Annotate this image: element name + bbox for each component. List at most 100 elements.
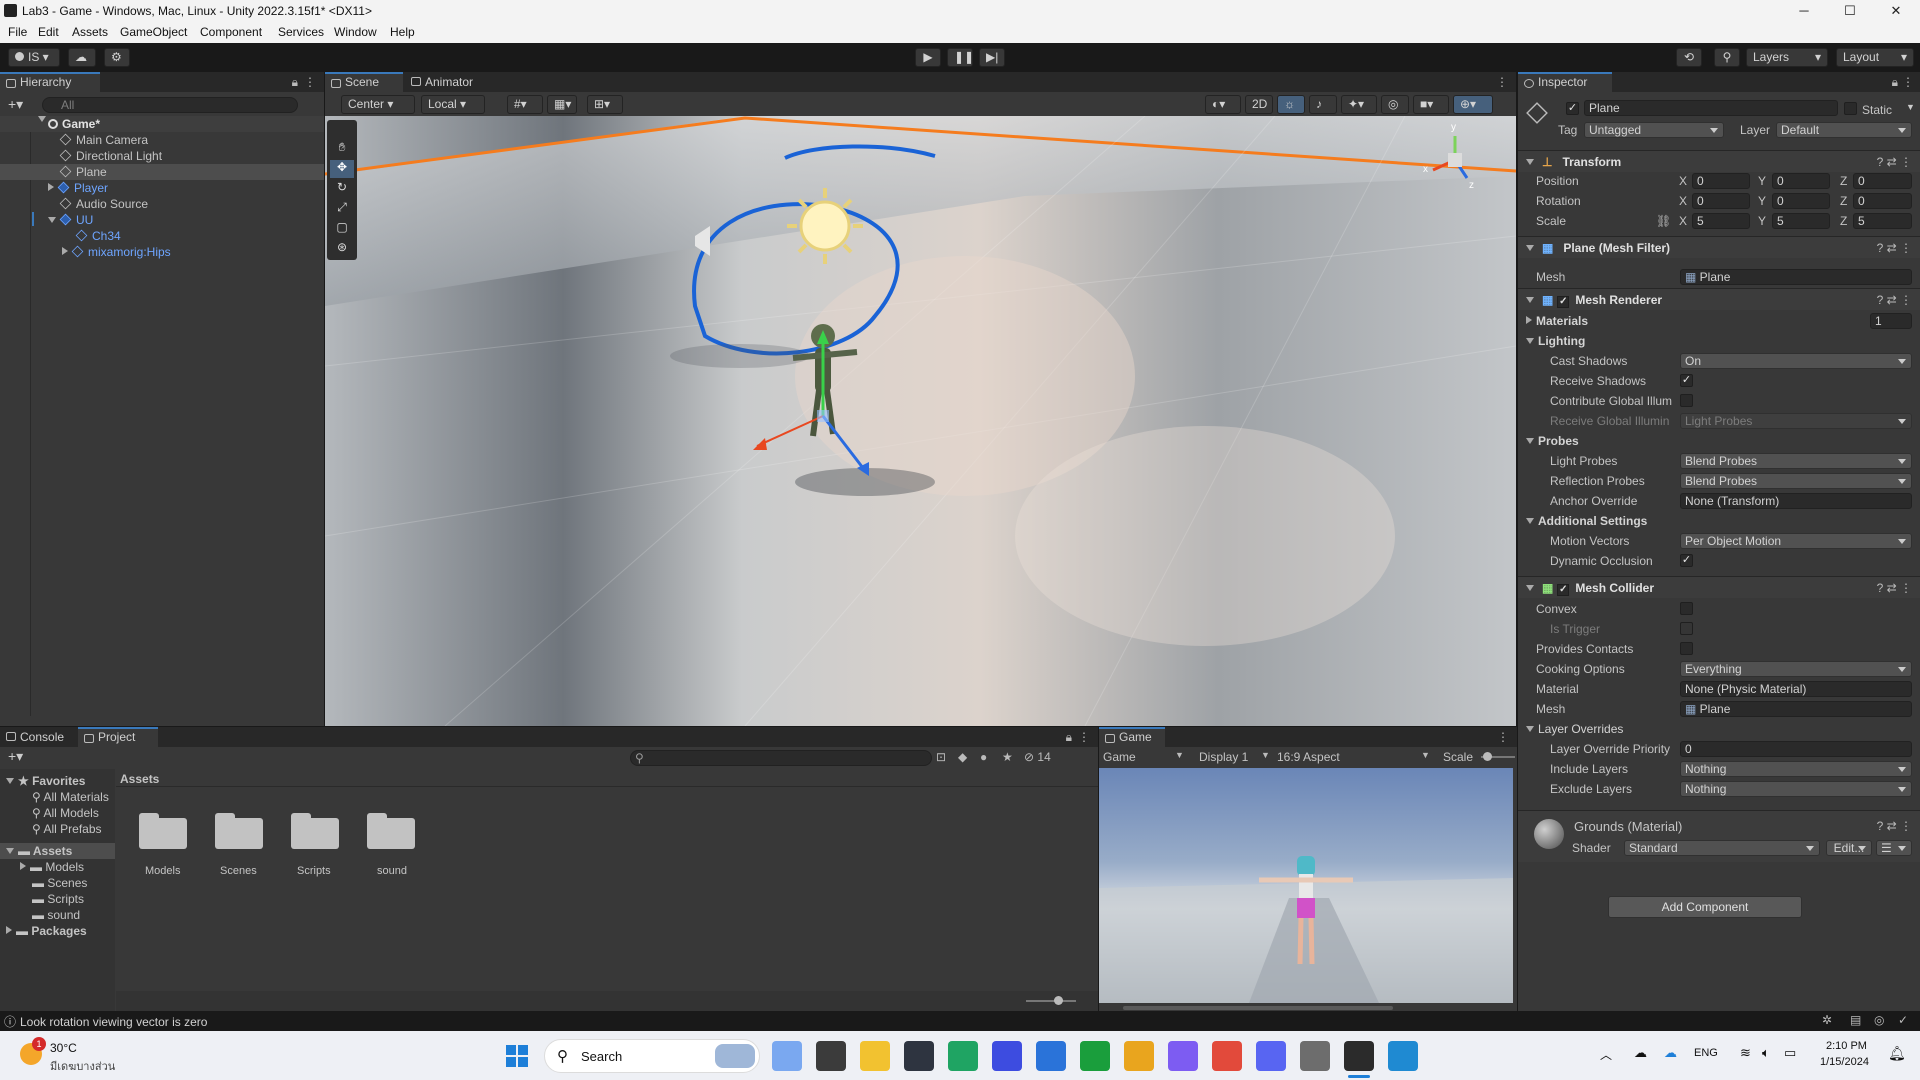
position-x-field[interactable]: 0: [1692, 173, 1750, 189]
chevron-up-icon[interactable]: ︿: [1600, 1046, 1612, 1063]
effects-icon[interactable]: ✦▾: [1341, 95, 1377, 114]
visual-studio-icon[interactable]: [992, 1041, 1022, 1071]
layer-override-priority-field[interactable]: 0: [1680, 741, 1912, 757]
motion-vectors-dropdown[interactable]: Per Object Motion: [1680, 533, 1912, 549]
object-active-checkbox[interactable]: ✓: [1566, 102, 1579, 115]
tree-packages[interactable]: ▬ Packages: [6, 923, 87, 939]
search-icon[interactable]: ⚲: [1714, 48, 1740, 67]
tab-game[interactable]: Game: [1099, 727, 1165, 747]
mesh-renderer-enabled-checkbox[interactable]: ✓: [1557, 296, 1570, 308]
shader-list-icon[interactable]: ☰: [1876, 840, 1912, 856]
expand-arrow-icon[interactable]: [48, 217, 56, 223]
menu-window[interactable]: Window: [334, 25, 377, 39]
menu-component[interactable]: Component: [200, 25, 262, 39]
unity-icon[interactable]: [1300, 1041, 1330, 1071]
maximize-button[interactable]: ☐: [1827, 0, 1873, 22]
game-viewport[interactable]: [1099, 768, 1513, 1003]
cast-shadows-dropdown[interactable]: On: [1680, 353, 1912, 369]
project-search-input[interactable]: ⚲: [630, 750, 932, 766]
lighting-foldout[interactable]: Lighting: [1526, 334, 1585, 348]
expand-arrow-icon[interactable]: [6, 926, 12, 934]
collapse-arrow-icon[interactable]: [1526, 245, 1534, 251]
rotation-y-field[interactable]: 0: [1772, 193, 1830, 209]
menu-help[interactable]: Help: [390, 25, 415, 39]
mode-2d-button[interactable]: 2D: [1245, 95, 1273, 114]
favorite-all-materials[interactable]: ⚲ All Materials: [32, 789, 109, 805]
shader-edit-button[interactable]: Edit...: [1826, 840, 1872, 856]
scale-slider-thumb[interactable]: [1483, 752, 1492, 761]
tab-hierarchy[interactable]: Hierarchy: [0, 72, 100, 92]
favorite-all-models[interactable]: ⚲ All Models: [32, 805, 99, 821]
expand-arrow-icon[interactable]: [1526, 316, 1532, 324]
provides-contacts-checkbox[interactable]: [1680, 642, 1693, 655]
mesh-renderer-header[interactable]: ▦ ✓ Mesh Renderer ? ⇄ ⋮: [1518, 288, 1920, 310]
hierarchy-item-ch34[interactable]: Ch34: [75, 228, 121, 244]
tree-scenes[interactable]: ▬ Scenes: [32, 875, 87, 891]
static-dropdown-arrow-icon[interactable]: ▼: [1906, 102, 1915, 112]
filter-log-icon[interactable]: ●: [980, 750, 987, 764]
reflection-probes-dropdown[interactable]: Blend Probes: [1680, 473, 1912, 489]
visibility-icon[interactable]: ◎: [1381, 95, 1409, 114]
menu-gameobject[interactable]: GameObject: [120, 25, 187, 39]
collapse-arrow-icon[interactable]: [1526, 438, 1534, 444]
mesh-filter-header[interactable]: ▦ Plane (Mesh Filter) ? ⇄ ⋮: [1518, 236, 1920, 258]
collapse-arrow-icon[interactable]: [1526, 159, 1534, 165]
light-probes-dropdown[interactable]: Blend Probes: [1680, 453, 1912, 469]
component-menu-icon[interactable]: ? ⇄ ⋮: [1877, 151, 1912, 173]
include-layers-dropdown[interactable]: Nothing: [1680, 761, 1912, 777]
hand-tool-icon[interactable]: ✋︎: [330, 140, 354, 158]
database-icon[interactable]: ▤: [1850, 1013, 1861, 1027]
hierarchy-item-hips[interactable]: mixamorig:Hips: [62, 244, 171, 260]
asset-folder-scripts[interactable]: [291, 811, 339, 849]
clock-date[interactable]: 1/15/2024: [1820, 1056, 1869, 1068]
position-y-field[interactable]: 0: [1772, 173, 1830, 189]
more-icon[interactable]: ⋮: [1497, 730, 1509, 744]
scale-z-field[interactable]: 5: [1853, 213, 1912, 229]
chrome-icon[interactable]: [1212, 1041, 1242, 1071]
more-icon[interactable]: ⋮: [1078, 730, 1090, 744]
chrome-alt-icon[interactable]: [1124, 1041, 1154, 1071]
pivot-dropdown[interactable]: Center ▾: [341, 95, 415, 114]
component-menu-icon[interactable]: ? ⇄ ⋮: [1877, 577, 1912, 599]
bug-icon[interactable]: ✲: [1822, 1013, 1832, 1027]
hierarchy-search-input[interactable]: All: [42, 97, 298, 113]
lock-icon[interactable]: 🔒︎: [292, 75, 298, 90]
xbox-icon[interactable]: [1080, 1041, 1110, 1071]
expand-arrow-icon[interactable]: [20, 862, 26, 870]
mesh-collider-enabled-checkbox[interactable]: ✓: [1557, 584, 1570, 596]
materials-foldout[interactable]: Materials: [1526, 314, 1588, 328]
shading-mode-icon[interactable]: ◐▾: [1205, 95, 1241, 114]
play-button[interactable]: ▶: [915, 48, 941, 67]
collider-mesh-field[interactable]: ▦ Plane: [1680, 701, 1912, 717]
wifi-icon[interactable]: ≋: [1740, 1045, 1751, 1061]
collapse-arrow-icon[interactable]: [6, 848, 14, 854]
clock-time[interactable]: 2:10 PM: [1826, 1040, 1867, 1052]
more-icon[interactable]: ⋮: [1902, 75, 1914, 89]
tab-scene[interactable]: Scene: [325, 72, 403, 92]
audio-toggle-icon[interactable]: ♪: [1309, 95, 1337, 114]
gizmos-icon[interactable]: ⊕▾: [1453, 95, 1493, 114]
cloud-icon[interactable]: ☁: [68, 48, 96, 67]
collab-icon[interactable]: ⚙: [104, 48, 130, 67]
lock-icon[interactable]: 🔒︎: [1892, 75, 1898, 90]
expand-arrow-icon[interactable]: [48, 183, 54, 191]
hierarchy-row-game[interactable]: Game*: [0, 116, 324, 132]
tree-sound[interactable]: ▬ sound: [32, 907, 80, 923]
contribute-gi-checkbox[interactable]: [1680, 394, 1693, 407]
exclude-layers-dropdown[interactable]: Nothing: [1680, 781, 1912, 797]
layer-overrides-foldout[interactable]: Layer Overrides: [1526, 722, 1623, 736]
aspect-dropdown[interactable]: 16:9 Aspect: [1277, 750, 1340, 764]
close-button[interactable]: ✕: [1873, 0, 1919, 22]
history-icon[interactable]: ⟲: [1676, 48, 1702, 67]
windows-start-icon[interactable]: [506, 1045, 528, 1067]
lock-icon[interactable]: 🔒︎: [1066, 730, 1072, 745]
rotation-z-field[interactable]: 0: [1853, 193, 1912, 209]
favorite-star-icon[interactable]: ★: [1002, 750, 1013, 764]
menu-edit[interactable]: Edit: [38, 25, 59, 39]
add-component-button[interactable]: Add Component: [1608, 896, 1802, 918]
notification-bell-icon[interactable]: 🔔︎: [1888, 1045, 1906, 1062]
cache-icon[interactable]: ◎: [1874, 1013, 1884, 1027]
expand-arrow-icon[interactable]: [38, 116, 46, 122]
onedrive-icon[interactable]: ☁: [1664, 1045, 1677, 1061]
favorite-all-prefabs[interactable]: ⚲ All Prefabs: [32, 821, 102, 837]
